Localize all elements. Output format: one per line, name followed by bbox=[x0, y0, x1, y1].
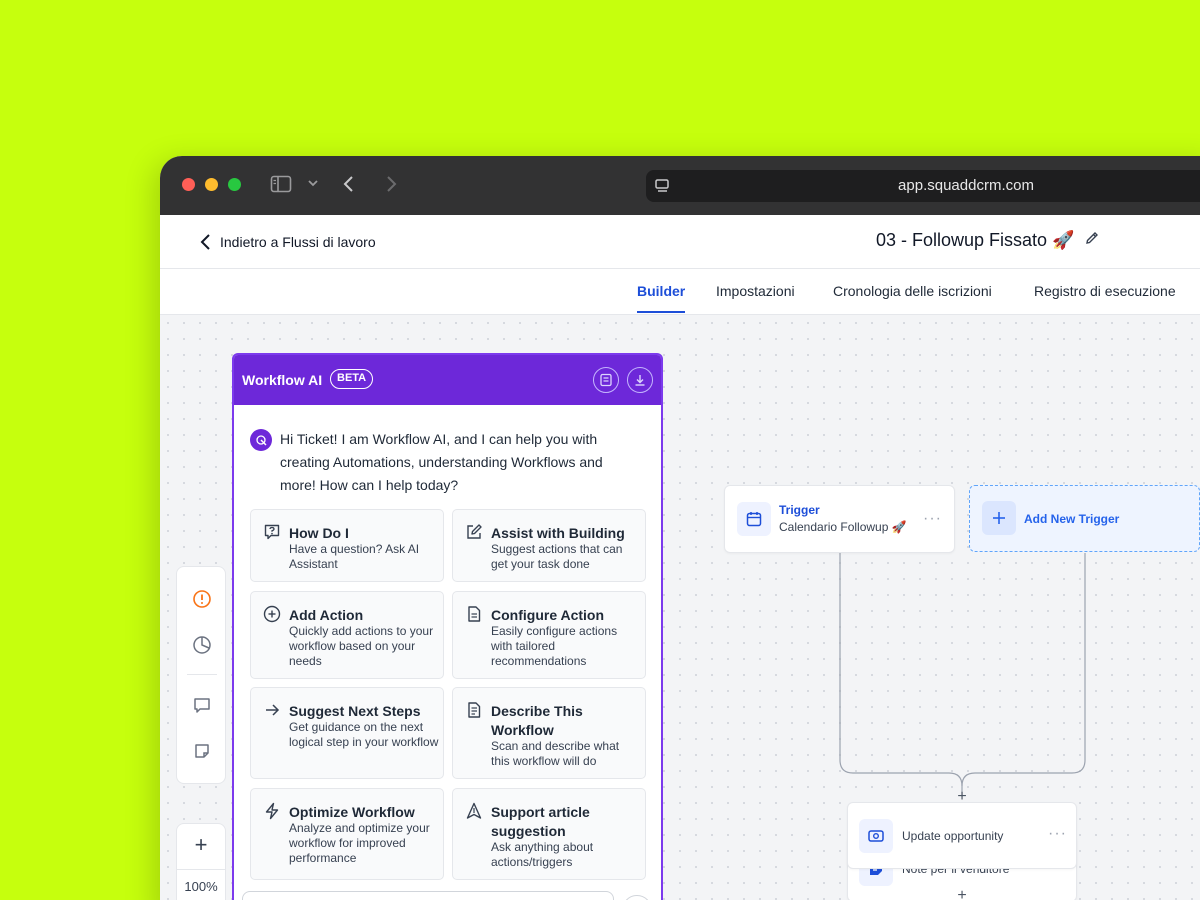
card-description: Have a question? Ask AI Assistant bbox=[289, 542, 420, 571]
card-title: How Do I bbox=[289, 525, 349, 541]
url-text: app.squaddcrm.com bbox=[898, 177, 1034, 194]
card-title: Configure Action bbox=[491, 607, 605, 623]
calendar-icon bbox=[737, 502, 771, 536]
lightning-icon bbox=[263, 802, 281, 820]
chevron-down-icon[interactable] bbox=[307, 176, 319, 194]
sidebar-toggle-icon[interactable] bbox=[270, 174, 292, 199]
download-icon[interactable] bbox=[627, 367, 653, 393]
card-title: Suggest Next Steps bbox=[289, 703, 421, 719]
navigation-icon bbox=[465, 802, 483, 820]
tab-impostazioni[interactable]: Impostazioni bbox=[716, 283, 795, 299]
toolbar-divider bbox=[187, 674, 217, 675]
card-title: Optimize Workflow bbox=[289, 804, 415, 820]
back-nav-icon[interactable] bbox=[342, 174, 356, 199]
alert-icon[interactable] bbox=[190, 587, 214, 611]
edit-icon bbox=[465, 523, 483, 541]
forward-nav-icon[interactable] bbox=[384, 174, 398, 199]
workflow-ai-panel: Workflow AI BETA Hi Ticket! I am Workflo… bbox=[232, 353, 663, 900]
question-icon bbox=[263, 523, 281, 541]
trigger-name: Calendario Followup 🚀 bbox=[779, 520, 907, 534]
plus-circle-icon bbox=[263, 605, 281, 623]
card-description: Quickly add actions to your workflow bas… bbox=[289, 624, 434, 668]
zoom-level: 100% bbox=[184, 879, 218, 894]
browser-titlebar: app.squaddcrm.com bbox=[160, 156, 1200, 215]
comment-icon[interactable] bbox=[190, 693, 214, 717]
ai-greeting-message: Hi Ticket! I am Workflow AI, and I can h… bbox=[280, 431, 603, 493]
clear-chat-icon[interactable] bbox=[593, 367, 619, 393]
node-menu-icon[interactable]: ··· bbox=[1048, 825, 1067, 843]
back-to-workflows-link[interactable]: Indietro a Flussi di lavoro bbox=[200, 233, 376, 251]
canvas-toolbar bbox=[176, 566, 226, 784]
chevron-left-icon bbox=[200, 234, 210, 250]
app-header: Indietro a Flussi di lavoro 03 - Followu… bbox=[160, 215, 1200, 269]
workflow-title-text: 03 - Followup Fissato 🚀 bbox=[876, 230, 1075, 250]
tab-registro-esecuzione[interactable]: Registro di esecuzione bbox=[1034, 283, 1176, 299]
close-window-button[interactable] bbox=[182, 178, 195, 191]
card-title: Describe This Workflow bbox=[491, 703, 583, 738]
card-description: Get guidance on the next logical step in… bbox=[289, 720, 439, 749]
arrow-right-icon bbox=[263, 701, 281, 719]
add-new-trigger-label: Add New Trigger bbox=[1024, 512, 1120, 526]
trigger-node[interactable]: Trigger Calendario Followup 🚀 ··· bbox=[724, 485, 955, 553]
zoom-controls: + 100% bbox=[176, 823, 226, 900]
ai-card-assist-building[interactable]: Assist with Building Suggest actions tha… bbox=[452, 509, 646, 582]
ai-card-describe-workflow[interactable]: Describe This Workflow Scan and describe… bbox=[452, 687, 646, 779]
card-description: Easily configure actions with tailored r… bbox=[491, 624, 618, 668]
pie-chart-icon[interactable] bbox=[190, 633, 214, 657]
action-name: Update opportunity bbox=[902, 829, 1004, 843]
card-description: Analyze and optimize your workflow for i… bbox=[289, 821, 430, 865]
minimize-window-button[interactable] bbox=[205, 178, 218, 191]
workflow-tabs: Builder Impostazioni Cronologia delle is… bbox=[160, 269, 1200, 315]
trigger-label: Trigger bbox=[779, 503, 820, 517]
ai-card-support-article[interactable]: Support article suggestion Ask anything … bbox=[452, 788, 646, 880]
edit-title-icon[interactable] bbox=[1084, 230, 1100, 251]
browser-window: app.squaddcrm.com Indietro a Flussi di l… bbox=[160, 156, 1200, 900]
tab-builder[interactable]: Builder bbox=[637, 283, 686, 313]
card-description: Ask anything about actions/triggers bbox=[491, 840, 594, 869]
card-title: Add Action bbox=[289, 607, 364, 623]
node-menu-icon[interactable]: ··· bbox=[923, 510, 942, 528]
ai-card-configure-action[interactable]: Configure Action Easily configure action… bbox=[452, 591, 646, 679]
opportunity-icon bbox=[859, 819, 893, 853]
plus-icon bbox=[982, 501, 1016, 535]
card-title: Assist with Building bbox=[491, 525, 625, 541]
ai-card-optimize-workflow[interactable]: Optimize Workflow Analyze and optimize y… bbox=[250, 788, 444, 880]
card-description: Scan and describe what this workflow wil… bbox=[491, 739, 620, 768]
beta-badge: BETA bbox=[330, 369, 374, 389]
document-text-icon bbox=[465, 701, 483, 719]
ai-card-add-action[interactable]: Add Action Quickly add actions to your w… bbox=[250, 591, 444, 679]
maximize-window-button[interactable] bbox=[228, 178, 241, 191]
sticky-note-icon[interactable] bbox=[190, 739, 214, 763]
back-link-label: Indietro a Flussi di lavoro bbox=[220, 234, 376, 250]
card-description: Suggest actions that can get your task d… bbox=[491, 542, 623, 571]
ai-card-suggest-next-steps[interactable]: Suggest Next Steps Get guidance on the n… bbox=[250, 687, 444, 779]
ai-send-button[interactable] bbox=[622, 895, 652, 900]
tab-cronologia-iscrizioni[interactable]: Cronologia delle iscrizioni bbox=[833, 283, 992, 299]
document-icon bbox=[465, 605, 483, 623]
card-title: Support article suggestion bbox=[491, 804, 590, 839]
action-node-update-opportunity[interactable]: Update opportunity ··· bbox=[847, 802, 1077, 869]
address-bar[interactable]: app.squaddcrm.com bbox=[646, 170, 1200, 202]
ai-card-how-do-i[interactable]: How Do I Have a question? Ask AI Assista… bbox=[250, 509, 444, 582]
add-step-plus[interactable]: + bbox=[952, 886, 972, 900]
ai-chat-input[interactable] bbox=[242, 891, 614, 900]
zoom-in-button[interactable]: + bbox=[177, 832, 225, 858]
add-new-trigger-button[interactable]: Add New Trigger bbox=[969, 485, 1200, 552]
ai-panel-title: Workflow AI bbox=[242, 372, 323, 388]
zoom-divider bbox=[177, 869, 225, 870]
workflow-title: 03 - Followup Fissato 🚀 bbox=[876, 230, 1100, 251]
ai-avatar-icon bbox=[250, 429, 272, 451]
ai-panel-header: Workflow AI BETA bbox=[234, 355, 661, 405]
